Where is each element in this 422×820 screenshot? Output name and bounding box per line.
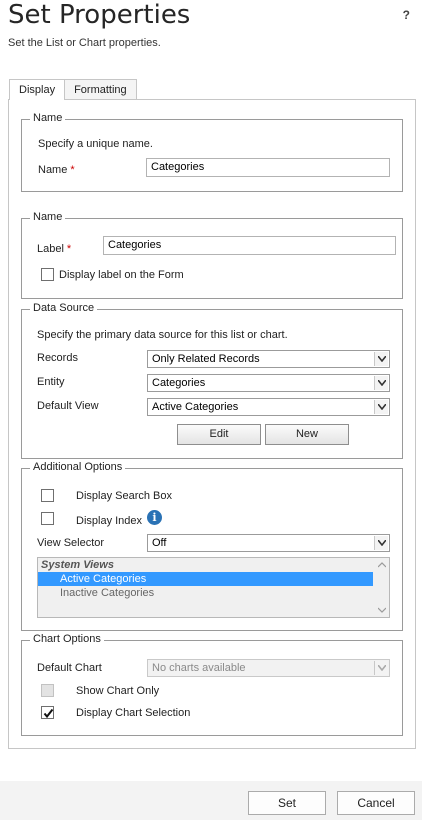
dialog-subtitle: Set the List or Chart properties. [8, 37, 161, 49]
view-selector-select[interactable]: Off [147, 534, 390, 552]
display-label-checkbox[interactable] [41, 268, 54, 281]
dialog-title: Set Properties [8, 0, 191, 30]
records-select[interactable]: Only Related Records [147, 350, 390, 368]
data-source-section: Data Source Specify the primary data sou… [21, 302, 403, 459]
chevron-down-icon [374, 376, 388, 390]
display-index-label: Display Index [76, 515, 143, 527]
info-icon[interactable]: i [147, 510, 162, 525]
chevron-down-icon [374, 400, 388, 414]
edit-button[interactable]: Edit [177, 424, 261, 445]
label-section: Name Label * Categories Display label on … [21, 211, 403, 299]
chevron-down-icon [374, 661, 388, 675]
additional-options-section: Additional Options Display Search Box Di… [21, 461, 403, 631]
display-chart-selection-checkbox[interactable] [41, 706, 54, 719]
entity-select[interactable]: Categories [147, 374, 390, 392]
chevron-down-icon [374, 536, 388, 550]
chevron-down-icon [374, 352, 388, 366]
tab-bar: Display Formatting [9, 79, 137, 100]
required-asterisk: * [70, 164, 75, 176]
default-chart-label: Default Chart [37, 662, 102, 674]
set-button[interactable]: Set [248, 791, 326, 815]
chevron-up-icon [378, 562, 386, 568]
default-view-select[interactable]: Active Categories [147, 398, 390, 416]
show-chart-only-label: Show Chart Only [76, 685, 160, 697]
chevron-down-icon [378, 607, 386, 613]
chart-options-legend: Chart Options [30, 633, 104, 645]
tab-display[interactable]: Display [9, 79, 66, 100]
view-selector-label: View Selector [37, 537, 105, 549]
name-section: Name Specify a unique name. Name * Catego… [21, 112, 403, 192]
system-views-listbox[interactable]: System Views Active Categories Inactive … [37, 557, 390, 618]
tab-formatting[interactable]: Formatting [65, 79, 137, 100]
default-chart-select[interactable]: No charts available [147, 659, 390, 677]
name-section-legend: Name [30, 112, 66, 124]
show-chart-only-checkbox[interactable] [41, 684, 54, 697]
default-view-label: Default View [37, 400, 99, 412]
display-chart-selection-label: Display Chart Selection [76, 707, 191, 719]
list-item[interactable]: Inactive Categories [38, 586, 373, 600]
new-button[interactable]: New [265, 424, 349, 445]
records-label: Records [37, 352, 78, 364]
data-source-legend: Data Source [30, 302, 98, 314]
additional-options-legend: Additional Options [30, 461, 126, 473]
name-description: Specify a unique name. [38, 138, 153, 150]
name-input[interactable]: Categories [146, 158, 390, 177]
display-label-text: Display label on the Form [59, 269, 184, 281]
data-source-description: Specify the primary data source for this… [37, 329, 288, 341]
list-item[interactable]: Active Categories [38, 572, 373, 586]
required-asterisk: * [66, 243, 72, 255]
entity-label: Entity [37, 376, 65, 388]
label-field-label: Label * [37, 243, 72, 255]
name-field-label: Name * [38, 164, 75, 176]
display-search-box-label: Display Search Box [76, 490, 172, 502]
system-views-header: System Views [41, 559, 114, 571]
display-index-checkbox[interactable] [41, 512, 54, 525]
display-search-box-checkbox[interactable] [41, 489, 54, 502]
display-tab-panel: Name Specify a unique name. Name * Catego… [8, 99, 416, 749]
cancel-button[interactable]: Cancel [337, 791, 415, 815]
checkmark-icon [43, 708, 54, 719]
label-input[interactable]: Categories [103, 236, 396, 255]
label-section-legend: Name [30, 211, 66, 223]
listbox-scrollbar[interactable] [374, 558, 389, 617]
chart-options-section: Chart Options Default Chart No charts av… [21, 633, 403, 736]
help-icon[interactable]: ? [403, 8, 410, 22]
